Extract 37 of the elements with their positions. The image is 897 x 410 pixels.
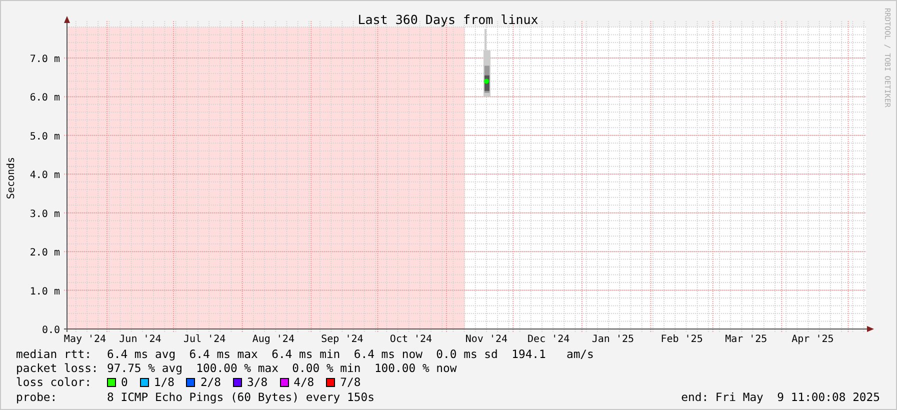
y-tick-label: 2.0 m [30, 248, 60, 259]
y-tick-label: 0.0 [42, 325, 60, 336]
swatch-label: 7/8 [340, 375, 361, 390]
end-time: end: Fri May 9 11:00:08 2025 [681, 390, 880, 404]
y-tick-label: 1.0 m [30, 286, 60, 298]
swatch-label: 1/8 [154, 375, 174, 390]
y-tick-label: 7.0 m [30, 54, 60, 65]
x-tick-label: Nov '24 [465, 334, 508, 345]
x-tick-label: May '24 [64, 334, 106, 345]
median-rtt-stats: 6.4 ms avg 6.4 ms max 6.4 ms min 6.4 ms now 0.0 ms sd 194.1 am/s [107, 347, 594, 362]
x-tick-label: Oct '24 [390, 334, 432, 345]
x-tick-label: Feb '25 [660, 334, 703, 345]
y-tick-label: 3.0 m [30, 208, 60, 220]
y-axis-label: Seconds [6, 156, 17, 200]
x-tick-label: Mar '25 [725, 334, 768, 345]
x-tick-label: Jun '24 [119, 334, 162, 345]
swatch-label: 3/8 [247, 375, 268, 390]
swatch-label: 2/8 [200, 375, 222, 390]
legend-label: packet loss: [16, 361, 100, 376]
swatch-label: 4/8 [294, 375, 314, 390]
x-tick-label: Jul '24 [184, 334, 226, 345]
y-tick-label: 5.0 m [30, 131, 60, 142]
swatch-label: 0 [121, 375, 128, 390]
legend-label: median rtt: [16, 347, 92, 362]
chart-title: Last 360 Days from linux [358, 12, 538, 27]
y-tick-label: 6.0 m [30, 92, 60, 104]
x-tick-label: Apr '25 [792, 334, 834, 345]
x-tick-label: Dec '24 [528, 334, 570, 345]
x-tick-label: Aug '24 [252, 334, 294, 345]
x-tick-label: Jan '25 [592, 334, 634, 345]
x-tick-label: Sep '24 [321, 334, 364, 345]
packet-loss-stats: 97.75 % avg 100.00 % max 0.00 % min 100.00 % now [107, 361, 457, 376]
y-tick-label: 4.0 m [30, 170, 60, 182]
legend-label: loss color: [16, 375, 92, 390]
median-rtt-point [484, 78, 489, 84]
legend-label: probe: [16, 390, 58, 404]
probe-description: 8 ICMP Echo Pings (60 Bytes) every 150s [107, 390, 374, 404]
